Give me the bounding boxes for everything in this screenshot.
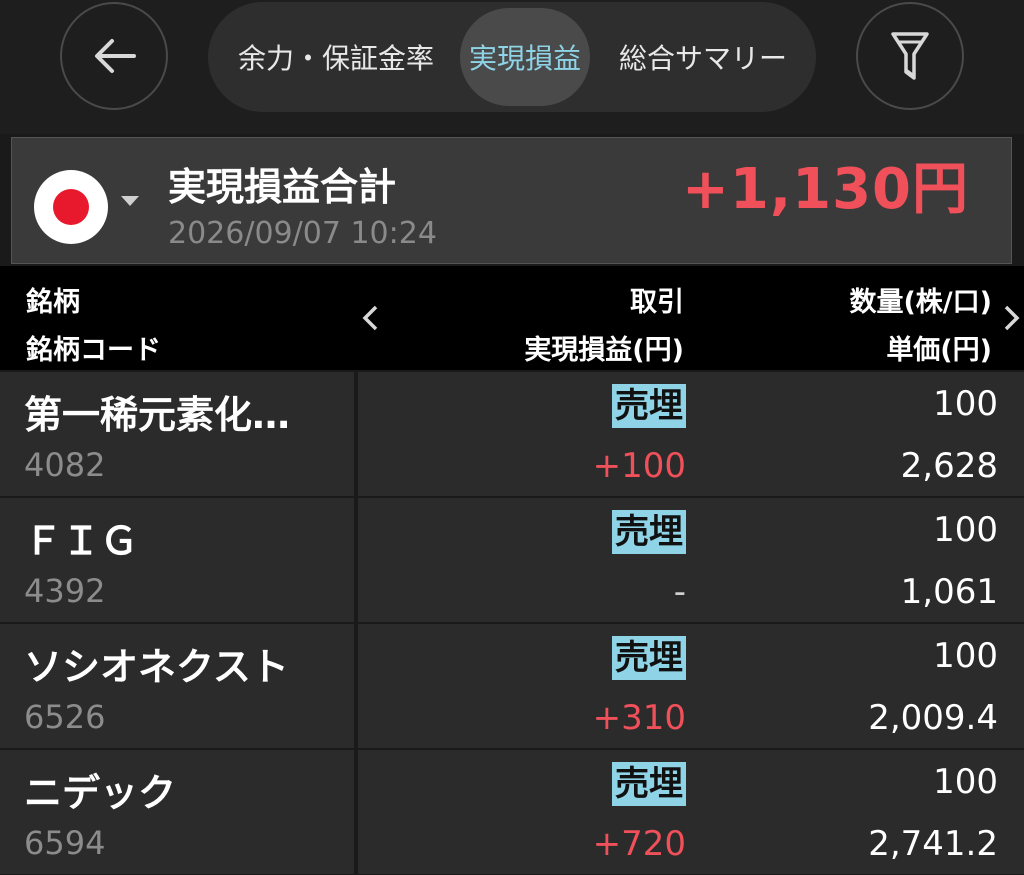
table-row[interactable]: ニデック 6594 売埋 +720 100 2,741.2 bbox=[0, 750, 1024, 874]
detail-cell: 売埋 +720 100 2,741.2 bbox=[358, 750, 1024, 874]
back-button[interactable] bbox=[60, 2, 168, 110]
stock-name: 第一稀元素化… bbox=[24, 393, 291, 437]
realized-pl-value: +100 bbox=[592, 446, 686, 486]
quantity-value: 100 bbox=[933, 510, 998, 550]
stock-code: 6526 bbox=[24, 698, 106, 736]
quantity-value: 100 bbox=[933, 762, 998, 802]
name-cell: ＦＩＧ 4392 bbox=[0, 498, 354, 622]
trade-type-badge: 売埋 bbox=[612, 762, 686, 806]
summary-total: +1,130円 bbox=[681, 157, 969, 222]
realized-pl-list: 第一稀元素化… 4082 売埋 +100 100 2,628 ＦＩＧ 4392 … bbox=[0, 372, 1024, 875]
trade-type-badge: 売埋 bbox=[612, 636, 686, 680]
detail-cell: 売埋 - 100 1,061 bbox=[358, 498, 1024, 622]
quantity-value: 100 bbox=[933, 384, 998, 424]
name-cell: ニデック 6594 bbox=[0, 750, 354, 874]
header-trade: 取引 bbox=[630, 287, 684, 318]
filter-button[interactable] bbox=[856, 2, 964, 110]
table-row[interactable]: ＦＩＧ 4392 売埋 - 100 1,061 bbox=[0, 498, 1024, 622]
chevron-down-icon[interactable] bbox=[121, 196, 139, 206]
tab-bar: 余力・保証金率 実現損益 総合サマリー bbox=[208, 2, 816, 112]
header-code: 銘柄コード bbox=[26, 335, 161, 366]
realized-pl-value: +310 bbox=[592, 698, 686, 738]
detail-cell: 売埋 +310 100 2,009.4 bbox=[358, 624, 1024, 748]
stock-code: 4082 bbox=[24, 446, 106, 484]
realized-pl-summary: 実現損益合計 2026/09/07 10:24 +1,130円 bbox=[11, 137, 1012, 264]
detail-cell: 売埋 +100 100 2,628 bbox=[358, 372, 1024, 496]
chevron-right-icon[interactable] bbox=[1002, 304, 1022, 332]
top-bar: 余力・保証金率 実現損益 総合サマリー bbox=[0, 0, 1024, 134]
realized-pl-value: - bbox=[673, 572, 686, 612]
header-unit-price: 単価(円) bbox=[886, 335, 992, 366]
summary-datetime: 2026/09/07 10:24 bbox=[168, 216, 437, 251]
table-row[interactable]: 第一稀元素化… 4082 売埋 +100 100 2,628 bbox=[0, 372, 1024, 496]
trade-type-badge: 売埋 bbox=[612, 510, 686, 554]
stock-name: ソシオネクスト bbox=[24, 645, 289, 689]
realized-pl-value: +720 bbox=[592, 824, 686, 864]
chevron-left-icon[interactable] bbox=[360, 304, 380, 332]
quantity-value: 100 bbox=[933, 636, 998, 676]
japan-flag-icon[interactable] bbox=[34, 170, 108, 244]
table-row[interactable]: ソシオネクスト 6526 売埋 +310 100 2,009.4 bbox=[0, 624, 1024, 748]
arrow-left-icon bbox=[95, 39, 136, 73]
trade-type-badge: 売埋 bbox=[612, 384, 686, 428]
summary-title: 実現損益合計 bbox=[168, 165, 397, 209]
header-name: 銘柄 bbox=[26, 287, 80, 318]
unit-price-value: 1,061 bbox=[900, 572, 998, 612]
stock-code: 4392 bbox=[24, 572, 106, 610]
tab-summary[interactable]: 総合サマリー bbox=[598, 8, 808, 106]
name-cell: ソシオネクスト 6526 bbox=[0, 624, 354, 748]
stock-code: 6594 bbox=[24, 824, 106, 862]
stock-name: ニデック bbox=[24, 771, 177, 815]
unit-price-value: 2,009.4 bbox=[868, 698, 998, 738]
filter-icon bbox=[891, 32, 929, 80]
table-header: 銘柄 銘柄コード 取引 実現損益(円) 数量(株/口) 単価(円) bbox=[0, 266, 1024, 370]
tab-realized-pl[interactable]: 実現損益 bbox=[460, 8, 590, 106]
unit-price-value: 2,741.2 bbox=[868, 824, 998, 864]
stock-name: ＦＩＧ bbox=[24, 519, 139, 563]
unit-price-value: 2,628 bbox=[900, 446, 998, 486]
name-cell: 第一稀元素化… 4082 bbox=[0, 372, 354, 496]
header-quantity: 数量(株/口) bbox=[849, 287, 992, 318]
tab-margin-rate[interactable]: 余力・保証金率 bbox=[216, 8, 456, 106]
header-realized-pl: 実現損益(円) bbox=[524, 335, 684, 366]
